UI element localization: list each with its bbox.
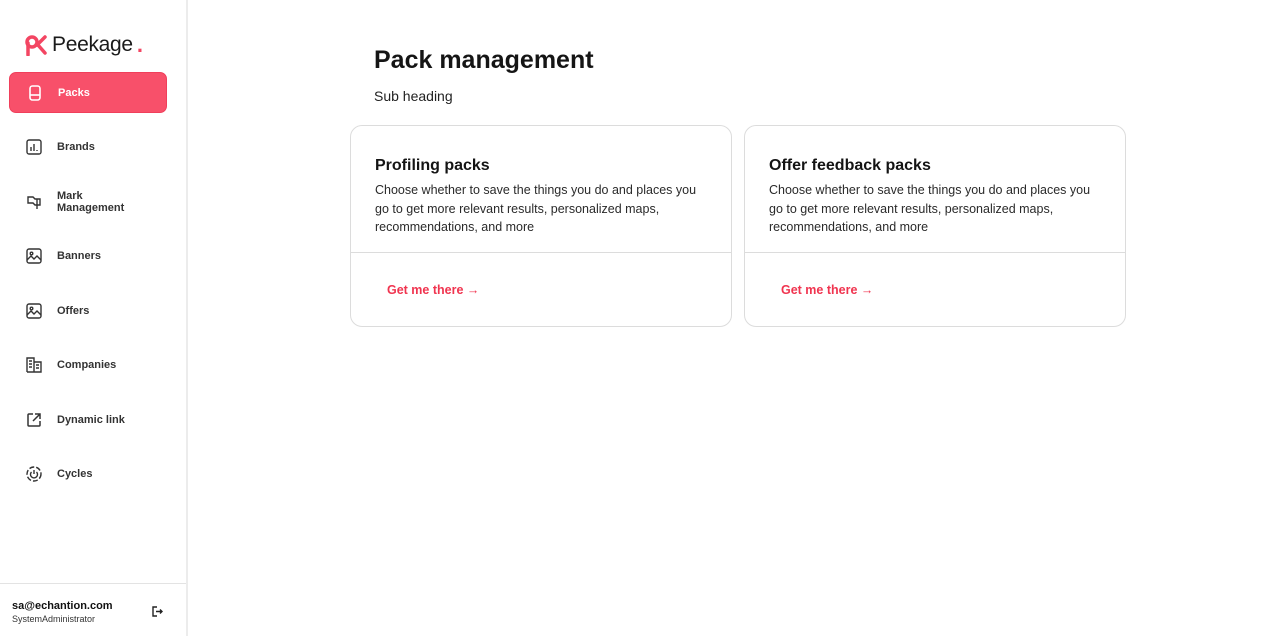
sidebar-item-banners[interactable]: Banners — [9, 235, 167, 276]
sidebar-item-companies[interactable]: Companies — [9, 344, 167, 385]
card-description: Choose whether to save the things you do… — [375, 183, 697, 234]
peekage-logo-icon — [25, 35, 47, 56]
sidebar-item-brands[interactable]: Brands — [9, 126, 167, 167]
image-icon — [26, 247, 42, 264]
get-me-there-link[interactable]: Get me there → — [387, 283, 479, 297]
page-title: Pack management — [374, 46, 594, 74]
image-icon — [26, 302, 42, 319]
card-title: Profiling packs — [375, 157, 490, 174]
sidebar-item-label: Dynamic link — [57, 413, 125, 426]
building-icon — [26, 356, 42, 373]
sidebar-item-label: Companies — [57, 358, 117, 371]
card-description: Choose whether to save the things you do… — [769, 183, 1091, 234]
external-link-icon — [27, 412, 41, 427]
logo-dot: . — [136, 32, 143, 57]
logo: Peekage. — [24, 32, 143, 58]
sidebar-item-label: Cycles — [57, 467, 93, 480]
cycle-icon — [26, 465, 42, 482]
chart-icon — [26, 138, 42, 155]
flag-icon — [27, 195, 41, 209]
logo-text: Peekage — [52, 33, 133, 56]
user-footer: sa@echantion.com SystemAdministrator — [0, 583, 186, 636]
sidebar-item-label: Brands — [57, 140, 95, 153]
sidebar: Peekage. Packs Brands Mark Management Ba… — [0, 0, 188, 636]
sidebar-item-cycles[interactable]: Cycles — [9, 453, 167, 494]
sidebar-item-mark-management[interactable]: Mark Management — [9, 181, 167, 222]
sidebar-item-label: Packs — [58, 86, 90, 99]
sidebar-item-offers[interactable]: Offers — [9, 290, 167, 331]
sidebar-item-label: Mark Management — [57, 189, 125, 214]
pack-card-profiling: Profiling packs Choose whether to save t… — [350, 125, 732, 327]
get-me-there-link[interactable]: Get me there → — [781, 283, 873, 297]
sidebar-item-dynamic-link[interactable]: Dynamic link — [9, 399, 167, 440]
sidebar-item-packs[interactable]: Packs — [9, 72, 167, 113]
logout-icon[interactable] — [150, 605, 163, 618]
pack-icon — [29, 84, 41, 101]
card-title: Offer feedback packs — [769, 157, 931, 174]
page-subtitle: Sub heading — [374, 88, 453, 104]
sidebar-item-label: Offers — [57, 304, 90, 317]
sidebar-item-label: Banners — [57, 249, 102, 262]
user-role: SystemAdministrator — [12, 614, 96, 624]
user-email: sa@echantion.com — [12, 600, 113, 612]
pack-card-offer-feedback: Offer feedback packs Choose whether to s… — [744, 125, 1126, 327]
